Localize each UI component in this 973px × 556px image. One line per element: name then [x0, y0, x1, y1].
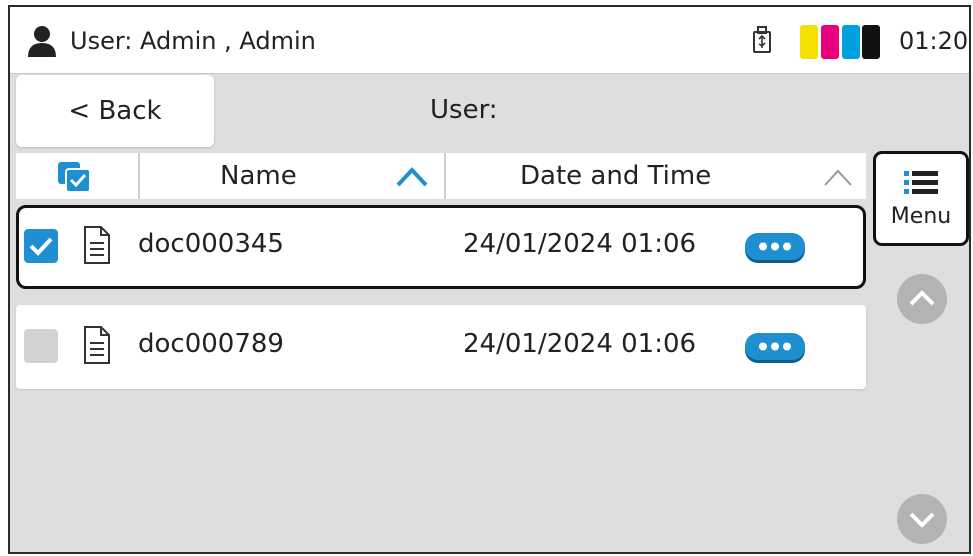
clock: 01:20	[899, 27, 969, 55]
toner-level-icon	[800, 25, 880, 59]
status-bar: User: Admin , Admin 01:20	[10, 7, 969, 74]
file-row[interactable]: doc000789 24/01/2024 01:06	[16, 305, 866, 389]
sort-inactive-icon	[824, 169, 852, 186]
select-all-column[interactable]	[16, 153, 140, 199]
file-row[interactable]: doc000345 24/01/2024 01:06	[16, 205, 866, 289]
more-options-button[interactable]	[744, 232, 806, 264]
screen: User: Admin , Admin 01:20 < Back User: N…	[8, 5, 971, 554]
file-date: 24/01/2024 01:06	[463, 329, 697, 359]
user-icon	[28, 26, 56, 57]
back-button[interactable]: < Back	[16, 75, 214, 147]
date-column-header[interactable]: Date and Time	[448, 153, 866, 199]
sort-ascending-icon	[396, 167, 428, 187]
select-all-icon	[58, 162, 91, 193]
document-icon	[84, 226, 110, 264]
menu-button[interactable]: Menu	[873, 151, 969, 246]
document-icon	[84, 326, 110, 364]
file-name: doc000345	[138, 229, 284, 259]
more-options-button[interactable]	[744, 332, 806, 364]
file-date: 24/01/2024 01:06	[463, 229, 697, 259]
usb-icon	[753, 26, 771, 53]
user-label: User: Admin , Admin	[70, 27, 316, 55]
name-column-label: Name	[220, 161, 297, 191]
file-name: doc000789	[138, 329, 284, 359]
name-column-header[interactable]: Name	[142, 153, 446, 199]
checkbox-unchecked[interactable]	[24, 329, 58, 363]
scroll-up-button[interactable]	[896, 273, 948, 325]
list-menu-icon	[904, 171, 938, 194]
date-column-label: Date and Time	[520, 161, 712, 191]
list-header: Name Date and Time	[16, 153, 866, 199]
menu-label: Menu	[890, 204, 952, 229]
checkbox-checked[interactable]	[24, 229, 58, 263]
page-title: User:	[430, 95, 498, 125]
scroll-down-button[interactable]	[896, 493, 948, 545]
